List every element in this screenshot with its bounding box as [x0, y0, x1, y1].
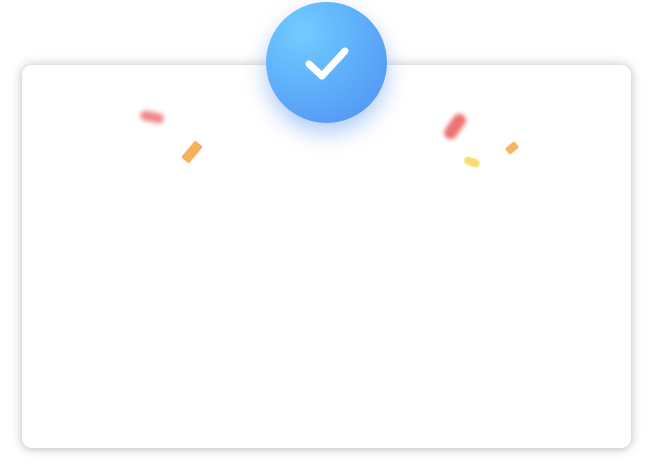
- success-dialog-stage: [0, 0, 653, 470]
- check-icon: [305, 47, 348, 79]
- success-badge: [266, 2, 387, 123]
